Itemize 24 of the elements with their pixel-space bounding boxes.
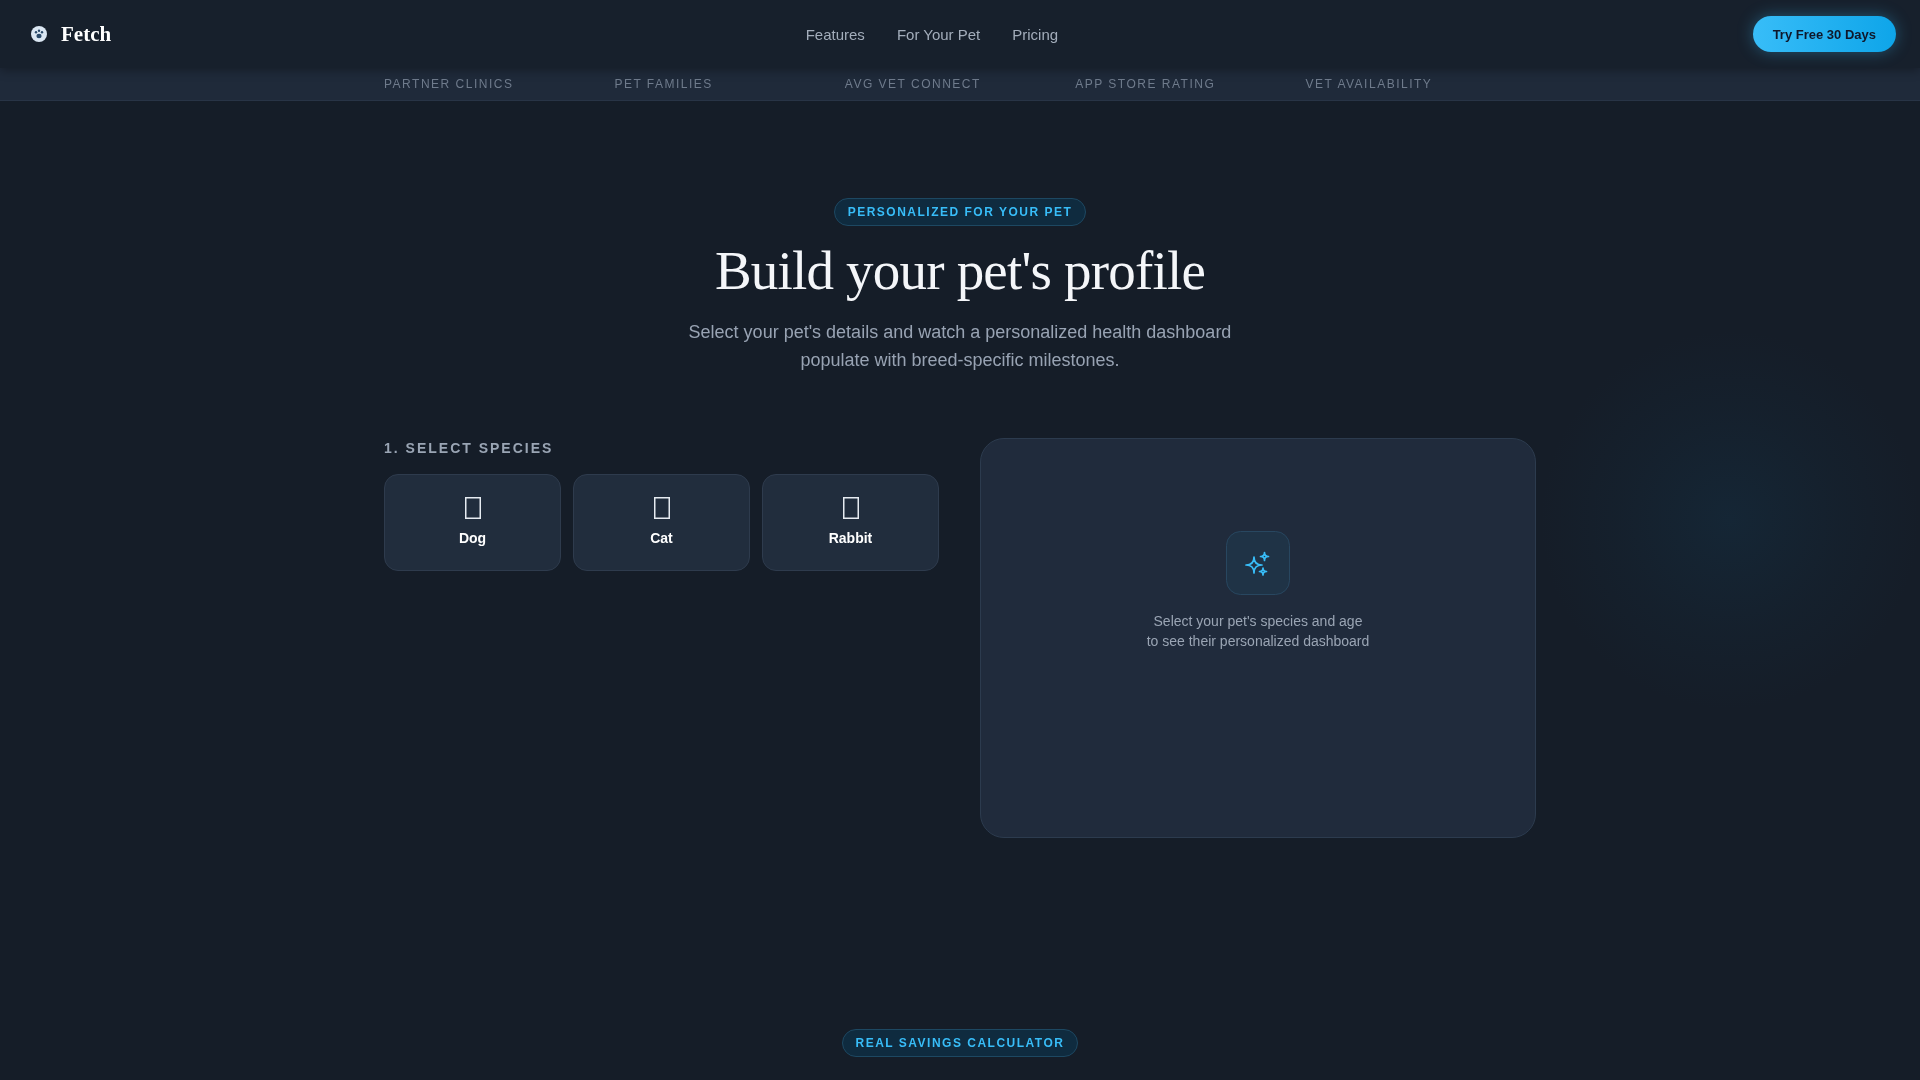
free-trial-button[interactable]: Try Free 30 Days [1752,16,1896,52]
stat-label: APP STORE RATING [1075,77,1216,91]
missing-glyph-icon [464,497,481,519]
missing-glyph-icon [653,497,670,519]
sparkles-icon [1226,531,1290,595]
species-option[interactable]: Rabbit [762,474,939,571]
missing-glyph-icon [842,497,859,519]
preview-message: Select your pet's species and age to see their personalized dashboard [1146,612,1370,651]
section-badge: PERSONALIZED FOR YOUR PET [833,198,1087,226]
stat-label: AVG VET CONNECT [844,77,981,91]
nav-link[interactable]: For Your Pet [896,25,981,43]
step-label: 1. SELECT SPECIES [384,440,555,457]
nav-link[interactable]: Features [805,25,865,43]
brand-name: Fetch [61,21,112,47]
section-badge: REAL SAVINGS CALCULATOR [841,1029,1079,1057]
stat-label: VET AVAILABILITY [1305,77,1433,91]
section-title: Build your pet's profile [714,240,1206,302]
species-option[interactable]: Cat [573,474,750,571]
paw-logo-icon [31,26,47,42]
species-option[interactable]: Dog [384,474,561,571]
stat-label: PET FAMILIES [614,77,713,91]
nav-link[interactable]: Pricing [1012,25,1059,43]
section-subtitle: Select your pet's details and watch a personalized health dashboard populate with breed-specific milestones. [687,321,1233,372]
stat-label: PARTNER CLINICS [384,77,514,91]
